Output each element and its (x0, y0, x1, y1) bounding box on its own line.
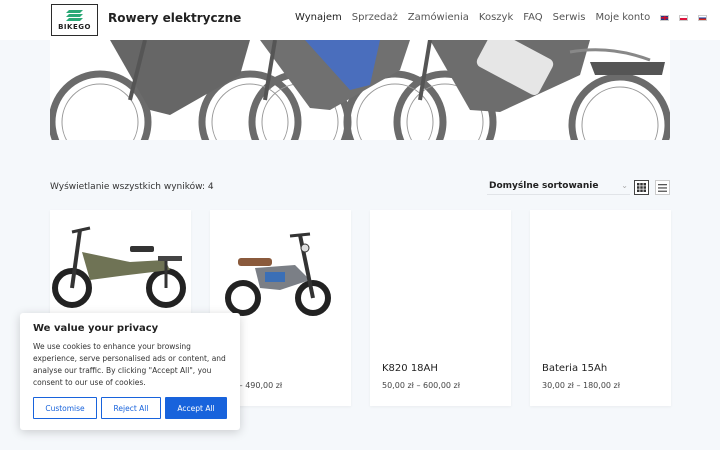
site-header: BIKEGO Rowery elektryczne Wynajem Sprzed… (0, 0, 720, 40)
accept-all-button[interactable]: Accept All (165, 397, 227, 419)
product-price: 50,00 zł – 600,00 zł (382, 381, 461, 390)
site-logo[interactable]: BIKEGO (51, 4, 98, 36)
result-count: Wyświetlanie wszystkich wyników: 4 (50, 182, 214, 192)
logo-text: BIKEGO (58, 23, 91, 31)
sort-selected-value: Domyślne sortowanie (489, 181, 599, 191)
product-card[interactable]: K820 18AH 50,00 zł – 600,00 zł (370, 210, 511, 406)
chevron-down-icon: ⌄ (621, 181, 628, 190)
nav-item-koszyk[interactable]: Koszyk (479, 12, 513, 23)
customise-button[interactable]: Customise (33, 397, 97, 419)
product-price: 30,00 zł – 180,00 zł (542, 381, 621, 390)
list-view-icon (658, 183, 667, 192)
logo-mark-icon (66, 10, 83, 21)
site-title[interactable]: Rowery elektryczne (108, 11, 241, 25)
product-image-placeholder (370, 210, 511, 350)
product-image-placeholder (530, 210, 671, 350)
product-title[interactable]: Bateria 15Ah (542, 363, 607, 374)
nav-item-zamowienia[interactable]: Zamówienia (408, 12, 469, 23)
main-nav: Wynajem Sprzedaż Zamówienia Koszyk FAQ S… (295, 12, 717, 23)
cookie-consent-banner: We value your privacy We use cookies to … (20, 313, 240, 430)
list-view-button[interactable] (655, 180, 670, 195)
hero-bikes-image (50, 40, 670, 140)
nav-item-serwis[interactable]: Serwis (553, 12, 586, 23)
ru-flag-icon[interactable] (698, 14, 708, 21)
product-title[interactable]: K820 18AH (382, 363, 438, 374)
en-flag-icon[interactable] (660, 14, 670, 21)
grid-view-button[interactable] (634, 180, 649, 195)
pl-flag-icon[interactable] (679, 14, 689, 21)
nav-item-wynajem[interactable]: Wynajem (295, 12, 342, 23)
product-card[interactable]: Bateria 15Ah 30,00 zł – 180,00 zł (530, 210, 671, 406)
grid-view-icon (637, 183, 646, 192)
nav-item-sprzedaz[interactable]: Sprzedaż (352, 12, 398, 23)
cookie-text: We use cookies to enhance your browsing … (33, 342, 226, 387)
nav-item-moje-konto[interactable]: Moje konto (595, 12, 650, 23)
cookie-title: We value your privacy (33, 323, 159, 334)
sort-select[interactable]: Domyślne sortowanie ⌄ (487, 179, 630, 195)
hero-banner (50, 40, 670, 140)
nav-item-faq[interactable]: FAQ (523, 12, 542, 23)
reject-all-button[interactable]: Reject All (101, 397, 161, 419)
